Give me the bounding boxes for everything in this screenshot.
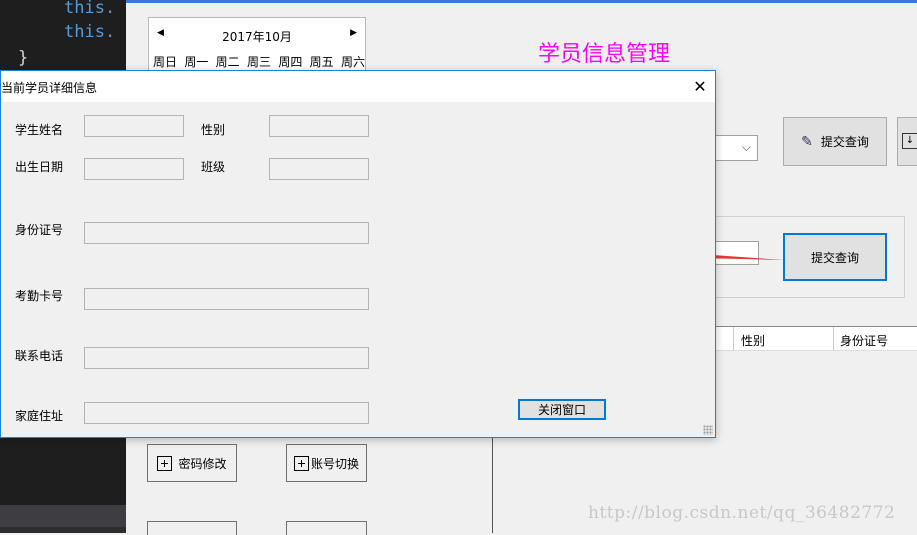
calendar-month-label: 2017年10月 [222, 30, 292, 44]
filter-combobox[interactable]: ⌵ [715, 135, 758, 161]
resize-grip[interactable] [703, 425, 713, 435]
class-field[interactable] [269, 158, 369, 180]
editor-scrollbar[interactable] [0, 505, 126, 533]
code-line-2: this. [64, 22, 116, 42]
switch-account-label: 账号切换 [310, 456, 359, 471]
arrow-down-icon: ↓ [902, 133, 917, 149]
weekday-wed: 周三 [246, 55, 271, 69]
gender-field[interactable] [269, 115, 369, 137]
name-field[interactable] [84, 115, 184, 137]
dialog-title: 当前学员详细信息 [1, 81, 98, 95]
download-button[interactable]: ↓ [897, 117, 917, 166]
submit-query-label-1: 提交查询 [820, 135, 869, 149]
label-id-card: 身份证号 [15, 223, 64, 237]
attendance-card-field[interactable] [84, 288, 369, 310]
label-address: 家庭住址 [15, 409, 64, 423]
password-change-button[interactable]: 密码修改 [147, 444, 237, 482]
close-window-label: 关闭窗口 [537, 403, 586, 417]
watermark: http://blog.csdn.net/qq_36482772 [588, 503, 896, 523]
weekday-mon: 周一 [184, 55, 209, 69]
submit-query-label-2: 提交查询 [810, 250, 859, 265]
submit-query-button-2[interactable]: 提交查询 [783, 233, 887, 281]
address-field[interactable] [84, 402, 369, 424]
calendar-weekday-row: 周日 周一 周二 周三 周四 周五 周六 [153, 53, 365, 70]
grid-column-separator[interactable] [733, 327, 734, 351]
weekday-sat: 周六 [340, 55, 365, 69]
password-change-label: 密码修改 [178, 456, 227, 471]
panel-divider [492, 438, 493, 533]
label-gender: 性别 [201, 123, 226, 137]
grid-column-separator[interactable] [833, 327, 834, 351]
phone-field[interactable] [84, 347, 369, 369]
query-icon: ✎ [801, 133, 813, 150]
student-grid-header: 性别 身份证号 [715, 326, 917, 351]
app-title: 学员信息管理 [538, 42, 671, 67]
label-attendance-card: 考勤卡号 [15, 289, 64, 303]
close-icon: ✕ [693, 77, 707, 96]
weekday-thu: 周四 [278, 55, 303, 69]
label-phone: 联系电话 [15, 349, 64, 363]
weekday-fri: 周五 [309, 55, 334, 69]
submit-query-button-1[interactable]: ✎ 提交查询 [783, 117, 887, 166]
grid-col-gender[interactable]: 性别 [741, 332, 765, 349]
plus-icon [157, 455, 173, 471]
chevron-down-icon: ⌵ [741, 140, 751, 154]
id-card-field[interactable] [84, 222, 369, 244]
birth-field[interactable] [84, 158, 184, 180]
label-name: 学生姓名 [15, 123, 64, 137]
calendar-next-icon[interactable]: ▶ [350, 28, 357, 38]
student-detail-dialog: 当前学员详细信息 ✕ 学生姓名 性别 出生日期 班级 身份证号 考勤卡号 联系电… [0, 70, 716, 438]
dialog-titlebar[interactable]: 当前学员详细信息 ✕ [1, 71, 715, 102]
close-window-button[interactable]: 关闭窗口 [518, 399, 606, 420]
code-line-3: } [18, 48, 29, 68]
month-calendar[interactable]: ◀ 2017年10月 ▶ 周日 周一 周二 周三 周四 周五 周六 [148, 17, 366, 77]
weekday-sun: 周日 [153, 55, 178, 69]
switch-account-button[interactable]: 账号切换 [286, 444, 367, 482]
label-class: 班级 [201, 160, 226, 174]
grid-col-id-card[interactable]: 身份证号 [840, 332, 888, 349]
label-birth: 出生日期 [15, 160, 64, 174]
dialog-close-button[interactable]: ✕ [685, 71, 715, 102]
weekday-tue: 周二 [215, 55, 240, 69]
plus-icon [293, 455, 309, 471]
code-line-1: this. [64, 0, 116, 18]
